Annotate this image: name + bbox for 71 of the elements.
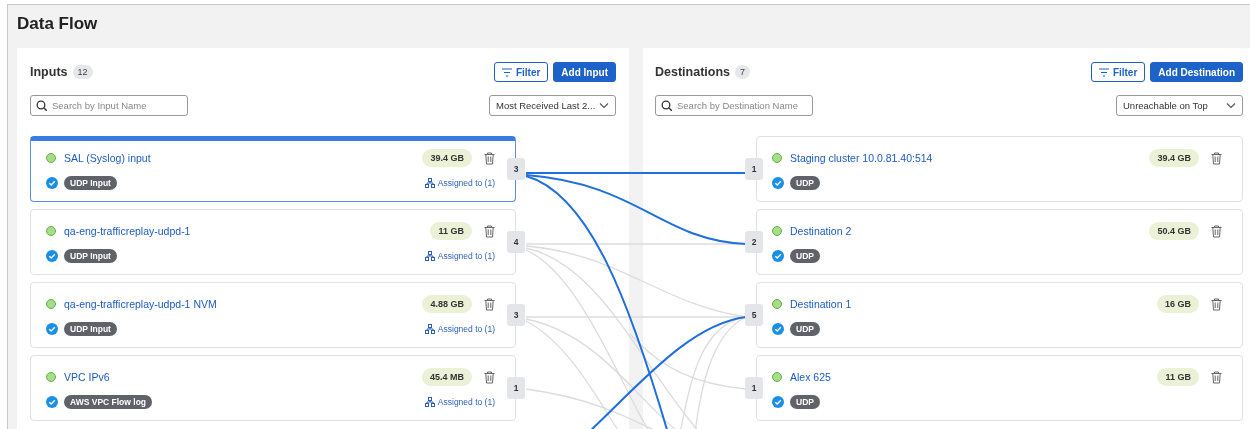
connection-count: 1 — [745, 377, 763, 399]
item-name-link[interactable]: qa-eng-trafficreplay-udpd-1 NVM — [64, 298, 217, 310]
add-button[interactable]: Add Input — [553, 62, 616, 82]
volume-badge: 50.4 GB — [1149, 222, 1199, 240]
flow-card[interactable]: Destination 1 16 GB UDP — [756, 282, 1243, 348]
assigned-link[interactable]: Assigned to (1) — [424, 251, 495, 261]
assigned-link[interactable]: Assigned to (1) — [424, 324, 495, 334]
volume-badge: 16 GB — [1157, 295, 1199, 313]
assigned-link[interactable]: Assigned to (1) — [424, 178, 495, 188]
item-name-link[interactable]: Destination 2 — [790, 225, 852, 237]
type-tag: UDP Input — [64, 249, 117, 263]
hierarchy-icon — [424, 178, 435, 188]
flow-card[interactable]: Staging cluster 10.0.81.40:514 39.4 GB UDP — [756, 136, 1243, 202]
volume-badge: 39.4 GB — [422, 149, 472, 167]
filter-button[interactable]: Filter — [493, 62, 549, 82]
flow-card[interactable]: Destination 2 50.4 GB UDP — [756, 209, 1243, 275]
filter-icon — [501, 67, 512, 77]
assigned-link[interactable]: Assigned to (1) — [424, 397, 495, 407]
connection-count: 3 — [507, 158, 525, 180]
flow-card[interactable]: Alex 625 11 GB UDP — [756, 355, 1243, 421]
sort-dropdown[interactable]: Unreachable on Top — [1116, 95, 1243, 116]
chevron-down-icon — [1226, 102, 1236, 109]
add-button[interactable]: Add Destination — [1150, 62, 1243, 82]
type-tag: UDP — [790, 176, 820, 190]
trash-icon[interactable] — [484, 370, 495, 384]
filter-button[interactable]: Filter — [1090, 62, 1146, 82]
type-tag: UDP — [790, 322, 820, 336]
trash-icon[interactable] — [484, 224, 495, 238]
search-icon — [36, 100, 47, 111]
item-name-link[interactable]: Destination 1 — [790, 298, 852, 310]
item-name-link[interactable]: Staging cluster 10.0.81.40:514 — [790, 152, 933, 164]
type-tag: UDP Input — [64, 176, 117, 190]
connection-count: 1 — [507, 377, 525, 399]
trash-icon[interactable] — [1211, 151, 1222, 165]
connection-count: 3 — [507, 304, 525, 326]
type-tag: UDP Input — [64, 322, 117, 336]
item-name-link[interactable]: SAL (Syslog) input — [64, 152, 151, 164]
page-title: Data Flow — [17, 13, 99, 35]
volume-badge: 45.4 MB — [422, 368, 472, 386]
filter-icon — [1098, 67, 1109, 77]
connection-count: 4 — [507, 231, 525, 253]
trash-icon[interactable] — [1211, 297, 1222, 311]
type-tag: AWS VPC Flow log — [64, 395, 153, 409]
hierarchy-icon — [424, 324, 435, 334]
connection-count: 5 — [745, 304, 763, 326]
trash-icon[interactable] — [1211, 370, 1222, 384]
search-field[interactable]: Search by Destination Name — [655, 95, 813, 116]
trash-icon[interactable] — [484, 297, 495, 311]
connection-count: 2 — [745, 231, 763, 253]
sort-dropdown[interactable]: Most Received Last 2... — [489, 95, 616, 116]
type-tag: UDP — [790, 395, 820, 409]
panel-title: Destinations — [655, 65, 730, 79]
volume-badge: 39.4 GB — [1149, 149, 1199, 167]
panel-title: Inputs — [30, 65, 68, 79]
count-badge: 7 — [735, 65, 751, 79]
volume-badge: 11 GB — [430, 222, 472, 240]
volume-badge: 4.88 GB — [422, 295, 472, 313]
item-name-link[interactable]: Alex 625 — [790, 371, 831, 383]
search-field[interactable]: Search by Input Name — [30, 95, 188, 116]
volume-badge: 11 GB — [1157, 368, 1199, 386]
hierarchy-icon — [424, 397, 435, 407]
search-icon — [661, 100, 672, 111]
chevron-down-icon — [599, 102, 609, 109]
trash-icon[interactable] — [484, 151, 495, 165]
hierarchy-icon — [424, 251, 435, 261]
count-badge: 12 — [72, 65, 93, 79]
item-name-link[interactable]: VPC IPv6 — [64, 371, 110, 383]
item-name-link[interactable]: qa-eng-trafficreplay-udpd-1 — [64, 225, 191, 237]
trash-icon[interactable] — [1211, 224, 1222, 238]
connection-count: 1 — [745, 158, 763, 180]
type-tag: UDP — [790, 249, 820, 263]
